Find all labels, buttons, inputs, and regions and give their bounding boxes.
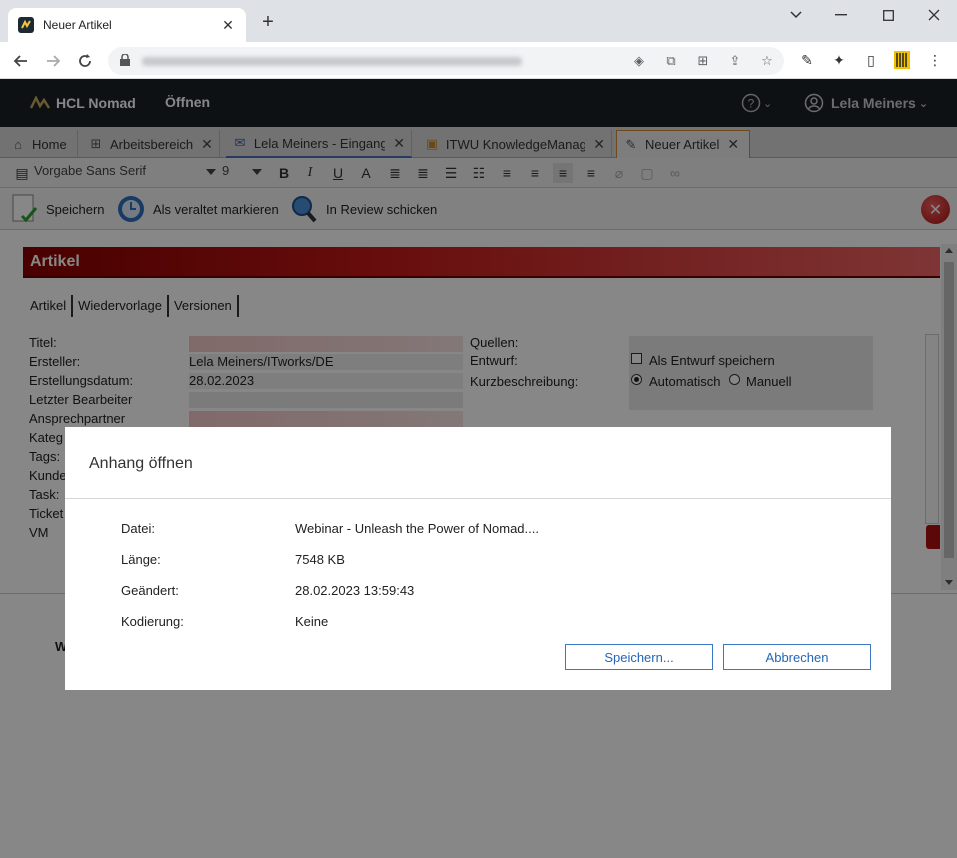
translate-icon[interactable]: ⊞ <box>694 52 712 70</box>
close-tab-icon[interactable]: ✕ <box>220 17 236 34</box>
length-value: 7548 KB <box>295 552 345 567</box>
nomad-favicon-icon <box>18 17 34 33</box>
share-icon[interactable]: ⇪ <box>726 52 744 70</box>
url-field[interactable]: ◈ ⧉ ⊞ ⇪ ☆ <box>108 47 784 75</box>
bookmark-star-icon[interactable]: ☆ <box>758 52 776 70</box>
open-external-icon[interactable]: ⧉ <box>662 52 680 70</box>
encoding-value: Keine <box>295 614 329 629</box>
file-value: Webinar - Unleash the Power of Nomad.... <box>295 521 539 536</box>
open-attachment-dialog: Anhang öffnen Datei: Webinar - Unleash t… <box>65 427 891 690</box>
barcode-extension-icon[interactable] <box>893 51 911 69</box>
forward-icon[interactable] <box>41 49 65 73</box>
dialog-divider <box>65 498 891 499</box>
new-tab-button[interactable]: + <box>258 12 278 32</box>
reload-icon[interactable] <box>73 49 97 73</box>
maximize-icon[interactable] <box>876 6 900 24</box>
file-label: Datei: <box>121 521 155 536</box>
browser-menu-icon[interactable]: ⋮ <box>926 51 944 69</box>
lock-icon <box>120 54 130 66</box>
cancel-button[interactable]: Abbrechen <box>723 644 871 670</box>
tab-search-icon[interactable] <box>784 6 808 24</box>
browser-tab-title: Neuer Artikel <box>43 18 112 32</box>
dialog-title: Anhang öffnen <box>89 455 193 472</box>
browser-tab[interactable]: Neuer Artikel ✕ <box>8 8 246 42</box>
minimize-icon[interactable] <box>829 6 853 24</box>
url-text-blurred <box>142 57 522 66</box>
eye-icon[interactable]: ◈ <box>630 52 648 70</box>
extensions-puzzle-icon[interactable]: ✦ <box>830 51 848 69</box>
encoding-label: Kodierung: <box>121 614 184 629</box>
modified-value: 28.02.2023 13:59:43 <box>295 583 415 598</box>
address-bar: ◈ ⧉ ⊞ ⇪ ☆ ✎ ✦ ▯ ⋮ <box>0 42 957 79</box>
close-window-icon[interactable] <box>922 6 946 24</box>
length-label: Länge: <box>121 552 161 567</box>
back-icon[interactable] <box>9 49 33 73</box>
save-button[interactable]: Speichern... <box>565 644 713 670</box>
modified-label: Geändert: <box>121 583 179 598</box>
side-panel-icon[interactable]: ▯ <box>862 51 880 69</box>
eyedropper-extension-icon[interactable]: ✎ <box>798 51 816 69</box>
browser-tab-strip: Neuer Artikel ✕ + <box>0 0 957 42</box>
